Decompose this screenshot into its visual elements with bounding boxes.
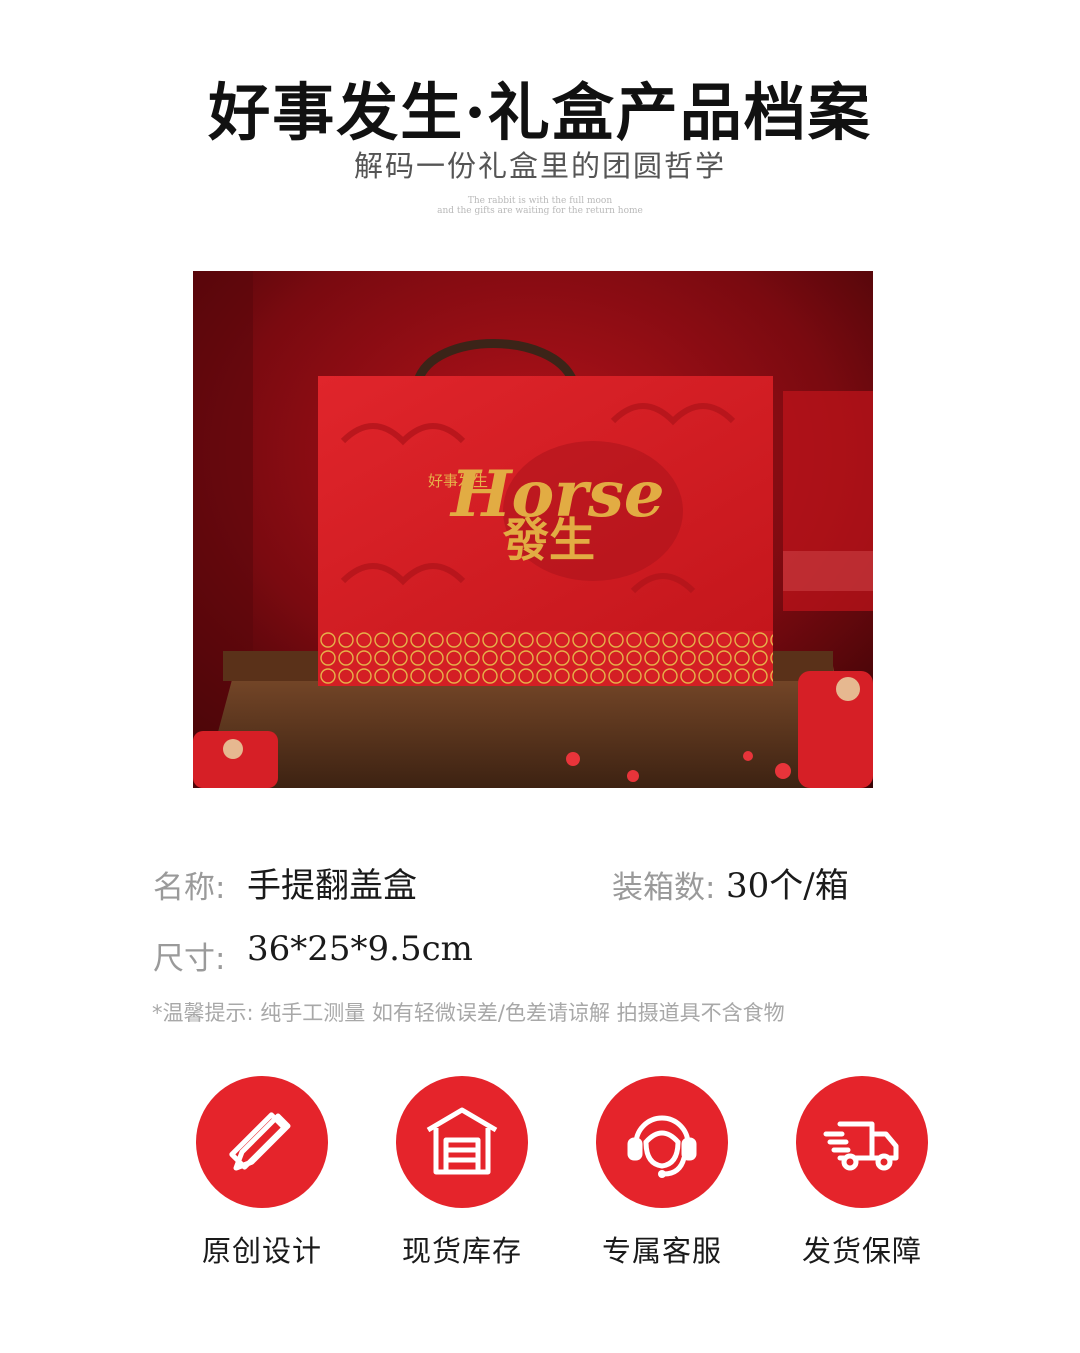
feature-in-stock: 现货库存: [362, 1076, 562, 1270]
feature-label: 原创设计: [201, 1234, 322, 1268]
disclaimer-note: *温馨提示: 纯手工测量 如有轻微误差/色差请谅解 拍摄道具不含食物: [152, 1001, 785, 1025]
pencil-ruler-icon: [229, 1112, 291, 1171]
page-title: 好事发生·礼盒产品档案: [208, 76, 872, 149]
feature-label: 发货保障: [801, 1234, 922, 1268]
size-label: 尺寸:: [153, 941, 226, 977]
page-subtitle: 解码一份礼盒里的团圆哲学: [353, 149, 726, 183]
warehouse-icon: [426, 1107, 498, 1175]
feature-icon-circle: [396, 1076, 528, 1208]
feature-shipping-guarantee: 发货保障: [762, 1076, 962, 1270]
feature-icon-circle: [196, 1076, 328, 1208]
gift-box-illustration: 好事发生 Horse 發生: [193, 271, 873, 788]
name-value: 手提翻盖盒: [247, 866, 417, 906]
svg-text:發生: 發生: [502, 513, 595, 567]
feature-icon-circle: [596, 1076, 728, 1208]
feature-customer-service: 专属客服: [562, 1076, 762, 1270]
truck-icon: [823, 1121, 899, 1171]
count-value: 30个/箱: [726, 866, 849, 906]
feature-icon-circle: [796, 1076, 928, 1208]
feature-label: 专属客服: [601, 1234, 722, 1268]
english-tagline: The rabbit is with the full moon and the…: [0, 196, 1080, 216]
tagline-line-1: The rabbit is with the full moon: [467, 196, 613, 206]
product-photo: 好事发生 Horse 發生: [193, 271, 873, 788]
feature-label: 现货库存: [401, 1234, 522, 1268]
tagline-line-2: and the gifts are waiting for the return…: [437, 206, 643, 216]
feature-original-design: 原创设计: [162, 1076, 362, 1270]
headset-icon: [627, 1115, 697, 1178]
size-value: 36*25*9.5cm: [247, 929, 473, 969]
name-label: 名称:: [153, 870, 226, 906]
count-label: 装箱数:: [612, 870, 716, 906]
